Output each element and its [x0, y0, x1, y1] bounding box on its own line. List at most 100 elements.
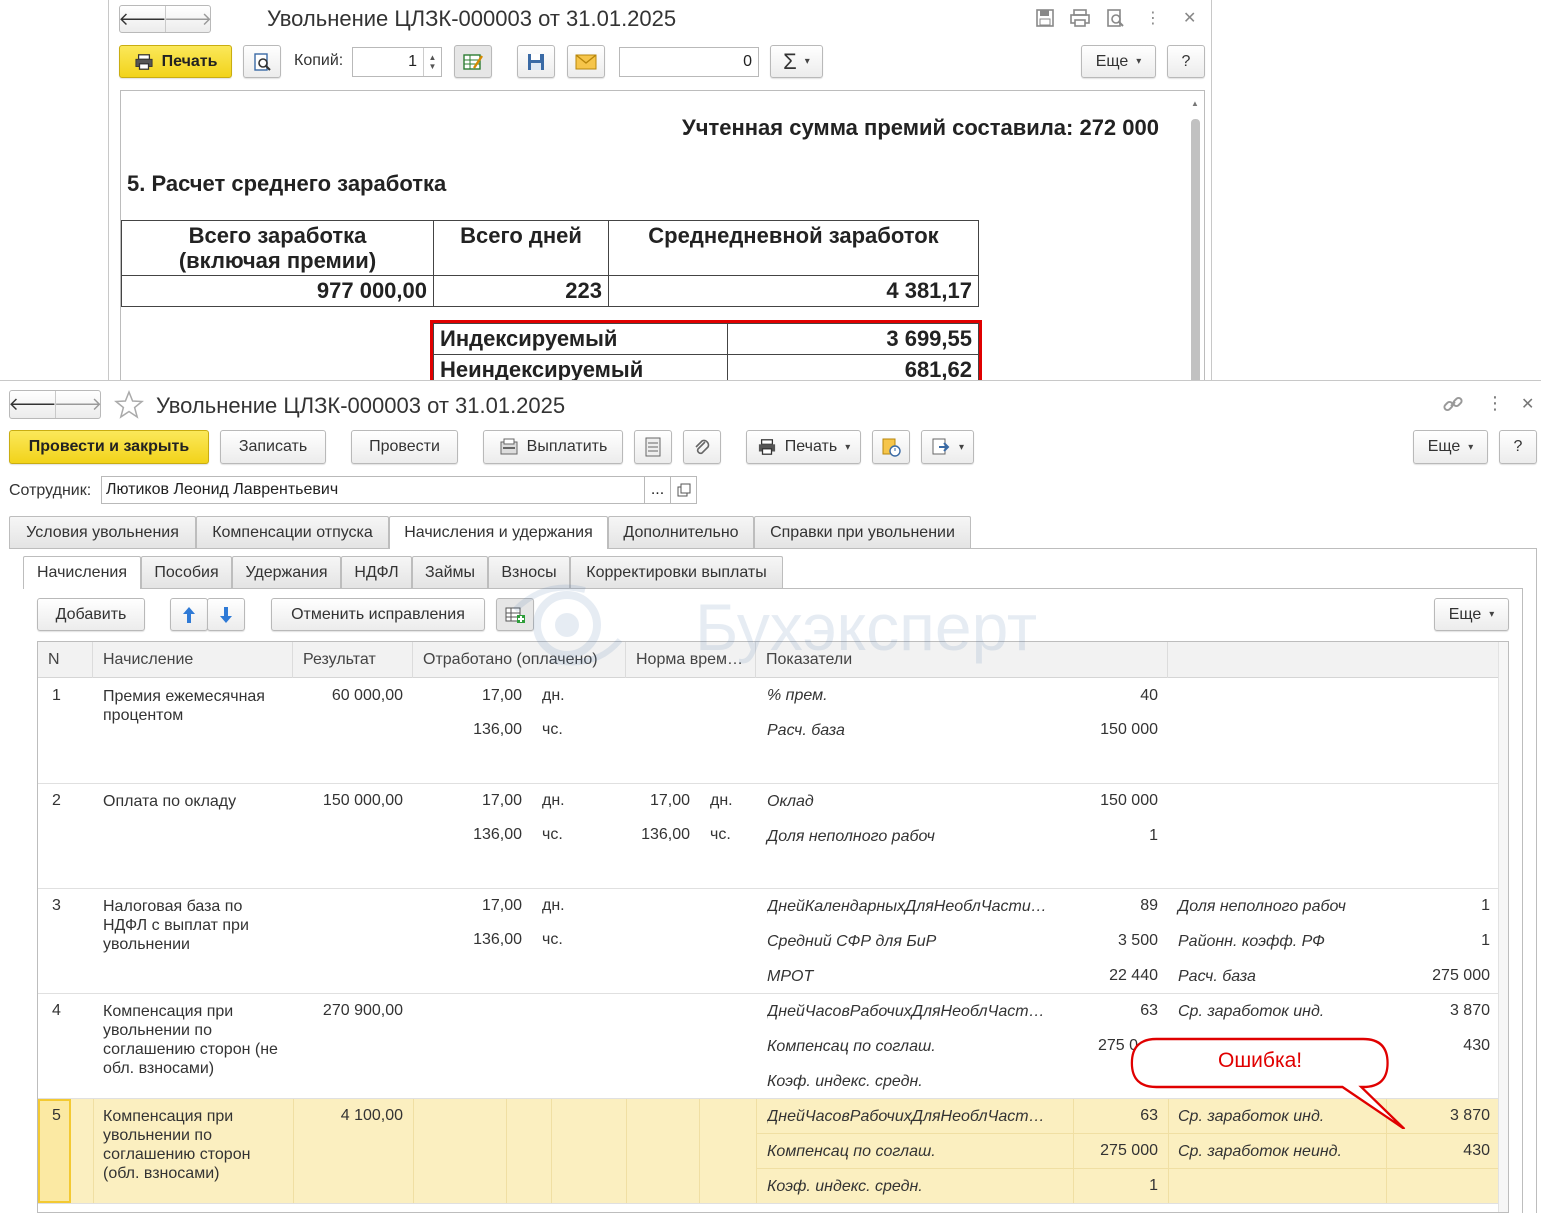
print-button[interactable]: Печать	[119, 45, 232, 78]
worked-days-unit: дн.	[542, 792, 565, 809]
favorite-star-icon[interactable]	[114, 389, 144, 425]
back-arrow-icon[interactable]: 🡐	[118, 6, 166, 32]
indicator-name: Районн. коэфф. РФ	[1178, 933, 1325, 950]
save-file-button[interactable]	[517, 45, 555, 78]
register-list-button[interactable]	[634, 430, 672, 464]
tab-dismissal-conditions[interactable]: Условия увольнения	[9, 516, 196, 548]
post-and-close-button[interactable]: Провести и закрыть	[9, 430, 209, 464]
close-icon[interactable]: ✕	[1183, 8, 1196, 33]
worked-hours-unit: чс.	[542, 826, 563, 843]
send-email-button[interactable]	[567, 45, 605, 78]
norm-hours-unit: чс.	[710, 826, 731, 843]
printer-icon[interactable]	[1069, 8, 1091, 33]
indicator-name: Доля неполного рабоч	[767, 828, 935, 845]
help-button[interactable]: ?	[1167, 45, 1205, 78]
indicator-name: Доля неполного рабоч	[1178, 898, 1346, 915]
bonus-total-text: Учтенная сумма премий составила: 272 000	[682, 115, 1159, 140]
help-button[interactable]: ?	[1499, 430, 1537, 464]
sum-field[interactable]: 0	[619, 47, 759, 77]
back-arrow-icon[interactable]: 🡐	[8, 391, 56, 418]
subtab-ndfl[interactable]: НДФЛ	[341, 556, 412, 588]
subtab-contributions[interactable]: Взносы	[488, 556, 570, 588]
preview-icon[interactable]	[1105, 8, 1125, 33]
norm-hours: 136,00	[641, 826, 690, 843]
kebab-menu-icon[interactable]: ⋮	[1486, 393, 1504, 414]
print-form-window: 🡐 🡒 Увольнение ЦЛЗК-000003 от 31.01.2025…	[108, 0, 1212, 380]
report-scrollbar[interactable]: ▲	[1188, 91, 1202, 380]
indicator-value: 1	[1481, 897, 1490, 914]
tab-certificates[interactable]: Справки при увольнении	[754, 516, 971, 548]
table-row[interactable]: 2 Оплата по окладу 150 000,00 17,00 дн. …	[38, 784, 1508, 889]
employee-input[interactable]: Лютиков Леонид Лаврентьевич	[101, 476, 645, 504]
related-docs-button[interactable]	[872, 430, 910, 464]
tab-accruals-deductions[interactable]: Начисления и удержания	[389, 516, 608, 549]
subtab-deductions[interactable]: Удержания	[232, 556, 341, 588]
indicator-name: ДнейЧасовРабочихДляНеоблЧаст…	[767, 1003, 1045, 1020]
indicator-value: 3 870	[1449, 1107, 1490, 1124]
subtab-benefits[interactable]: Пособия	[141, 556, 232, 588]
employee-open-button[interactable]	[670, 476, 697, 504]
col-n[interactable]: N	[38, 642, 93, 678]
envelope-icon	[575, 53, 597, 69]
post-button[interactable]: Провести	[351, 430, 458, 464]
table-row[interactable]: 1 Премия ежемесячная процентом 60 000,00…	[38, 679, 1508, 784]
link-icon[interactable]	[1442, 393, 1464, 420]
employee-select-button[interactable]: ...	[644, 476, 671, 504]
tab-additional[interactable]: Дополнительно	[608, 516, 754, 548]
add-button[interactable]: Добавить	[37, 598, 145, 631]
add-table-button[interactable]	[496, 598, 534, 631]
indicator-name: Компенсац по соглаш.	[767, 1038, 936, 1055]
grid-header: N Начисление Результат Отработано (оплач…	[38, 642, 1508, 678]
indicator-name: Ср. заработок неинд.	[1178, 1143, 1342, 1160]
indicator-value: 1	[1149, 827, 1158, 844]
tab-vacation-compensation[interactable]: Компенсации отпуска	[196, 516, 389, 548]
subtab-payment-corrections[interactable]: Корректировки выплаты	[570, 556, 783, 588]
magnifier-page-icon	[254, 52, 271, 71]
indicator-name: Расч. база	[767, 722, 845, 739]
indicator-value: 40	[1140, 687, 1158, 704]
print-menu-button[interactable]: Печать ▾	[746, 430, 861, 464]
indicator-value: 275 000	[1432, 967, 1490, 984]
result-value: 60 000,00	[331, 687, 403, 704]
preview-button[interactable]	[243, 45, 281, 78]
copies-stepper[interactable]: ▲ ▼	[423, 48, 441, 76]
forward-arrow-icon[interactable]: 🡒	[164, 6, 212, 32]
result-value: 4 100,00	[340, 1107, 403, 1124]
sum-button[interactable]: Σ ▾	[770, 45, 823, 78]
report-sheet: Учтенная сумма премий составила: 272 000…	[120, 90, 1205, 380]
col-worked[interactable]: Отработано (оплачено)	[413, 642, 626, 678]
move-down-button[interactable]	[207, 598, 245, 631]
edit-mode-button[interactable]	[454, 45, 492, 78]
printer-icon	[758, 439, 775, 455]
average-earnings-table: Всего заработка (включая премии) Всего д…	[121, 220, 979, 307]
header-total-earnings: Всего заработка (включая премии)	[121, 220, 434, 276]
cancel-corrections-button[interactable]: Отменить исправления	[271, 598, 485, 631]
move-up-button[interactable]	[170, 598, 208, 631]
col-accrual[interactable]: Начисление	[93, 642, 293, 678]
save-icon[interactable]	[1035, 8, 1055, 33]
col-result[interactable]: Результат	[293, 642, 413, 678]
save-button[interactable]: Записать	[220, 430, 326, 464]
kebab-menu-icon[interactable]: ⋮	[1145, 8, 1161, 33]
forward-arrow-icon[interactable]: 🡒	[54, 391, 102, 418]
norm-days: 17,00	[649, 792, 690, 809]
subtab-accruals[interactable]: Начисления	[23, 556, 141, 589]
arrow-up-icon	[183, 606, 195, 623]
table-row[interactable]: 3 Налоговая база по НДФЛ с выплат при ув…	[38, 889, 1508, 994]
attach-button[interactable]	[683, 430, 721, 464]
more-button[interactable]: Еще ▾	[1081, 45, 1156, 78]
indicator-name: Коэф. индекс. средн.	[767, 1073, 923, 1090]
pay-button[interactable]: Выплатить	[483, 430, 623, 464]
create-based-on-button[interactable]: ▾	[921, 430, 974, 464]
indicator-name: % прем.	[767, 687, 828, 704]
grid-scrollbar[interactable]	[1498, 642, 1508, 1212]
scroll-up-icon[interactable]: ▲	[1191, 99, 1199, 108]
grid-more-button[interactable]: Еще ▾	[1434, 598, 1509, 631]
subtab-loans[interactable]: Займы	[412, 556, 488, 588]
close-icon[interactable]: ✕	[1521, 394, 1534, 414]
col-norm[interactable]: Норма врем…	[626, 642, 756, 678]
copies-input[interactable]: 1 ▲ ▼	[352, 47, 442, 77]
more-button[interactable]: Еще ▾	[1413, 430, 1488, 464]
col-indicators[interactable]: Показатели	[756, 642, 1168, 678]
indexed-value: 3 699,55	[727, 323, 979, 355]
